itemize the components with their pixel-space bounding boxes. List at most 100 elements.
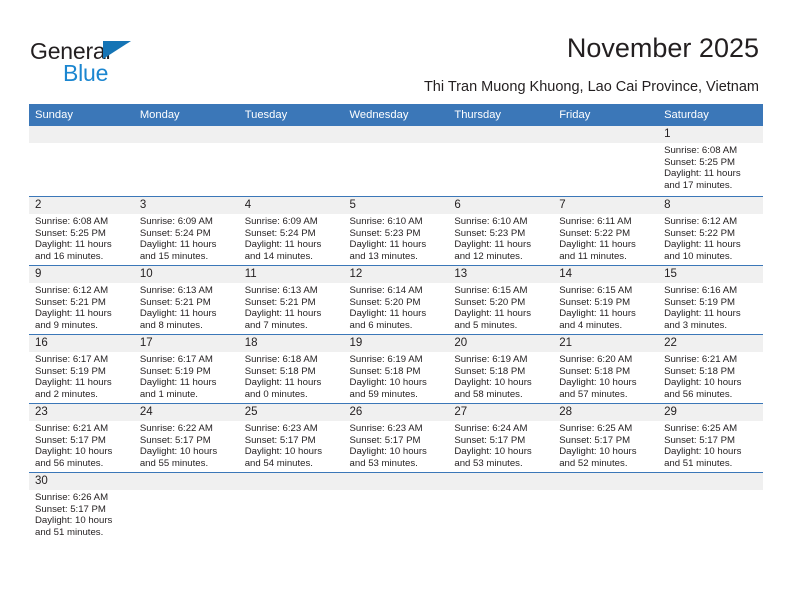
sunset-text: Sunset: 5:17 PM xyxy=(244,434,316,446)
day-details: Sunrise: 6:08 AM Sunset: 5:25 PM Daylight:… xyxy=(29,214,134,262)
calendar-cell[interactable]: 11 Sunrise: 6:13 AM Sunset: 5:21 PM Dayligh… xyxy=(238,265,344,335)
day-number xyxy=(553,473,659,490)
sunrise-text: Sunrise: 6:08 AM xyxy=(664,145,738,156)
calendar-cell[interactable]: 26 Sunrise: 6:23 AM Sunset: 5:17 PM Dayligh… xyxy=(343,403,449,473)
calendar-cell[interactable]: 24 Sunrise: 6:22 AM Sunset: 5:17 PM Dayligh… xyxy=(133,403,239,473)
daylight-text-line2: and 7 minutes. xyxy=(244,319,308,331)
day-number: 20 xyxy=(448,335,554,352)
daylight-text-line1: Daylight: 10 hours xyxy=(349,446,427,458)
calendar-cell[interactable]: 3 Sunrise: 6:09 AM Sunset: 5:24 PM Daylight… xyxy=(133,196,239,266)
calendar-cell[interactable]: 14 Sunrise: 6:15 AM Sunset: 5:19 PM Dayligh… xyxy=(553,265,659,335)
day-number: 22 xyxy=(658,335,763,352)
calendar-table: Sunday Monday Tuesday Wednesday Thursday… xyxy=(29,104,763,541)
sunrise-text: Sunrise: 6:09 AM xyxy=(244,216,318,227)
day-number: 10 xyxy=(133,266,239,283)
calendar-cell[interactable] xyxy=(553,472,659,541)
weekday-header-tuesday: Tuesday xyxy=(238,104,344,126)
page-title: November 2025 xyxy=(566,33,759,63)
sunrise-text: Sunrise: 6:10 AM xyxy=(454,216,528,227)
weekday-header-monday: Monday xyxy=(133,104,239,126)
calendar-cell[interactable]: 23 Sunrise: 6:21 AM Sunset: 5:17 PM Dayligh… xyxy=(29,403,134,473)
calendar-cell[interactable]: 25 Sunrise: 6:23 AM Sunset: 5:17 PM Dayligh… xyxy=(238,403,344,473)
calendar-cell[interactable]: 7 Sunrise: 6:11 AM Sunset: 5:22 PM Daylight… xyxy=(553,196,659,266)
calendar-cell[interactable]: 13 Sunrise: 6:15 AM Sunset: 5:20 PM Dayligh… xyxy=(448,265,554,335)
calendar-cell[interactable]: 16 Sunrise: 6:17 AM Sunset: 5:19 PM Dayligh… xyxy=(29,334,134,404)
day-number xyxy=(238,126,344,143)
calendar-cell[interactable]: 29 Sunrise: 6:25 AM Sunset: 5:17 PM Dayligh… xyxy=(658,403,763,473)
daylight-text-line1: Daylight: 11 hours xyxy=(454,308,531,320)
calendar-cell[interactable] xyxy=(448,126,554,197)
calendar-cell[interactable]: 15 Sunrise: 6:16 AM Sunset: 5:19 PM Dayligh… xyxy=(658,265,763,335)
daylight-text-line1: Daylight: 11 hours xyxy=(35,239,112,251)
calendar-cell[interactable] xyxy=(29,126,134,197)
calendar-cell[interactable] xyxy=(343,472,449,541)
calendar-cell[interactable] xyxy=(238,126,344,197)
day-number: 11 xyxy=(238,266,344,283)
calendar-cell[interactable]: 1 Sunrise: 6:08 AM Sunset: 5:25 PM Daylight… xyxy=(658,126,763,197)
calendar-cell[interactable]: 10 Sunrise: 6:13 AM Sunset: 5:21 PM Dayligh… xyxy=(133,265,239,335)
calendar-cell[interactable]: 8 Sunrise: 6:12 AM Sunset: 5:22 PM Daylight… xyxy=(658,196,763,266)
calendar-cell[interactable]: 21 Sunrise: 6:20 AM Sunset: 5:18 PM Dayligh… xyxy=(553,334,659,404)
sunset-text: Sunset: 5:19 PM xyxy=(139,365,211,377)
day-number: 12 xyxy=(343,266,449,283)
weekday-header-wednesday: Wednesday xyxy=(343,104,449,126)
day-details: Sunrise: 6:11 AM Sunset: 5:22 PM Daylight:… xyxy=(553,214,658,262)
calendar-cell[interactable]: 22 Sunrise: 6:21 AM Sunset: 5:18 PM Dayligh… xyxy=(658,334,763,404)
day-number: 18 xyxy=(238,335,344,352)
calendar-cell[interactable]: 17 Sunrise: 6:17 AM Sunset: 5:19 PM Dayligh… xyxy=(133,334,239,404)
day-number: 25 xyxy=(238,404,344,421)
day-details: Sunrise: 6:17 AM Sunset: 5:19 PM Daylight:… xyxy=(134,352,239,400)
calendar-cell[interactable]: 6 Sunrise: 6:10 AM Sunset: 5:23 PM Daylight… xyxy=(448,196,554,266)
day-cell: 21 Sunrise: 6:20 AM Sunset: 5:18 PM Dayligh… xyxy=(553,335,659,403)
calendar-cell[interactable] xyxy=(343,126,449,197)
day-number: 21 xyxy=(553,335,659,352)
calendar-cell[interactable]: 4 Sunrise: 6:09 AM Sunset: 5:24 PM Daylight… xyxy=(238,196,344,266)
day-details: Sunrise: 6:15 AM Sunset: 5:20 PM Daylight:… xyxy=(448,283,553,331)
day-number: 4 xyxy=(238,197,344,214)
daylight-text-line1: Daylight: 11 hours xyxy=(664,168,741,180)
calendar-header-row: Sunday Monday Tuesday Wednesday Thursday… xyxy=(29,104,763,126)
day-details: Sunrise: 6:09 AM Sunset: 5:24 PM Daylight:… xyxy=(239,214,344,262)
day-details: Sunrise: 6:23 AM Sunset: 5:17 PM Daylight:… xyxy=(239,421,344,469)
day-cell xyxy=(553,473,659,541)
calendar-cell[interactable] xyxy=(238,472,344,541)
calendar-cell[interactable]: 2 Sunrise: 6:08 AM Sunset: 5:25 PM Daylight… xyxy=(29,196,134,266)
sunrise-text: Sunrise: 6:19 AM xyxy=(349,354,423,365)
calendar-cell[interactable]: 20 Sunrise: 6:19 AM Sunset: 5:18 PM Dayligh… xyxy=(448,334,554,404)
calendar-cell[interactable]: 5 Sunrise: 6:10 AM Sunset: 5:23 PM Daylight… xyxy=(343,196,449,266)
calendar-cell[interactable]: 27 Sunrise: 6:24 AM Sunset: 5:17 PM Dayligh… xyxy=(448,403,554,473)
day-details: Sunrise: 6:09 AM Sunset: 5:24 PM Daylight:… xyxy=(134,214,239,262)
calendar-cell[interactable]: 30 Sunrise: 6:26 AM Sunset: 5:17 PM Dayligh… xyxy=(29,472,134,541)
daylight-text-line2: and 56 minutes. xyxy=(664,388,733,400)
daylight-text-line1: Daylight: 10 hours xyxy=(244,446,323,458)
daylight-text-line1: Daylight: 10 hours xyxy=(454,446,532,458)
day-number: 2 xyxy=(29,197,134,214)
day-details: Sunrise: 6:10 AM Sunset: 5:23 PM Daylight:… xyxy=(344,214,449,262)
calendar-cell[interactable]: 19 Sunrise: 6:19 AM Sunset: 5:18 PM Dayligh… xyxy=(343,334,449,404)
sunset-text: Sunset: 5:23 PM xyxy=(454,227,526,239)
daylight-text-line1: Daylight: 10 hours xyxy=(454,377,532,389)
calendar-cell[interactable] xyxy=(133,472,239,541)
calendar-cell[interactable] xyxy=(553,126,659,197)
calendar-cell[interactable] xyxy=(448,472,554,541)
day-details: Sunrise: 6:16 AM Sunset: 5:19 PM Daylight:… xyxy=(658,283,763,331)
daylight-text-line1: Daylight: 10 hours xyxy=(559,446,637,458)
daylight-text-line2: and 17 minutes. xyxy=(664,179,733,191)
day-number: 7 xyxy=(553,197,659,214)
brand-logo[interactable]: General Blue xyxy=(30,38,180,88)
calendar-cell[interactable]: 9 Sunrise: 6:12 AM Sunset: 5:21 PM Daylight… xyxy=(29,265,134,335)
calendar-cell[interactable]: 28 Sunrise: 6:25 AM Sunset: 5:17 PM Dayligh… xyxy=(553,403,659,473)
daylight-text-line2: and 13 minutes. xyxy=(349,250,418,262)
calendar-cell[interactable]: 12 Sunrise: 6:14 AM Sunset: 5:20 PM Dayligh… xyxy=(343,265,449,335)
calendar-cell[interactable]: 18 Sunrise: 6:18 AM Sunset: 5:18 PM Dayligh… xyxy=(238,334,344,404)
sunrise-text: Sunrise: 6:11 AM xyxy=(559,216,632,227)
daylight-text-line2: and 2 minutes. xyxy=(35,388,98,400)
sunrise-text: Sunrise: 6:17 AM xyxy=(35,354,109,365)
day-cell: 16 Sunrise: 6:17 AM Sunset: 5:19 PM Dayligh… xyxy=(29,335,134,403)
day-cell: 26 Sunrise: 6:23 AM Sunset: 5:17 PM Dayligh… xyxy=(343,404,449,472)
sunrise-text: Sunrise: 6:25 AM xyxy=(559,423,633,434)
calendar-cell[interactable] xyxy=(658,472,763,541)
sunrise-text: Sunrise: 6:21 AM xyxy=(35,423,109,434)
calendar-cell[interactable] xyxy=(133,126,239,197)
day-details: Sunrise: 6:24 AM Sunset: 5:17 PM Daylight:… xyxy=(448,421,553,469)
